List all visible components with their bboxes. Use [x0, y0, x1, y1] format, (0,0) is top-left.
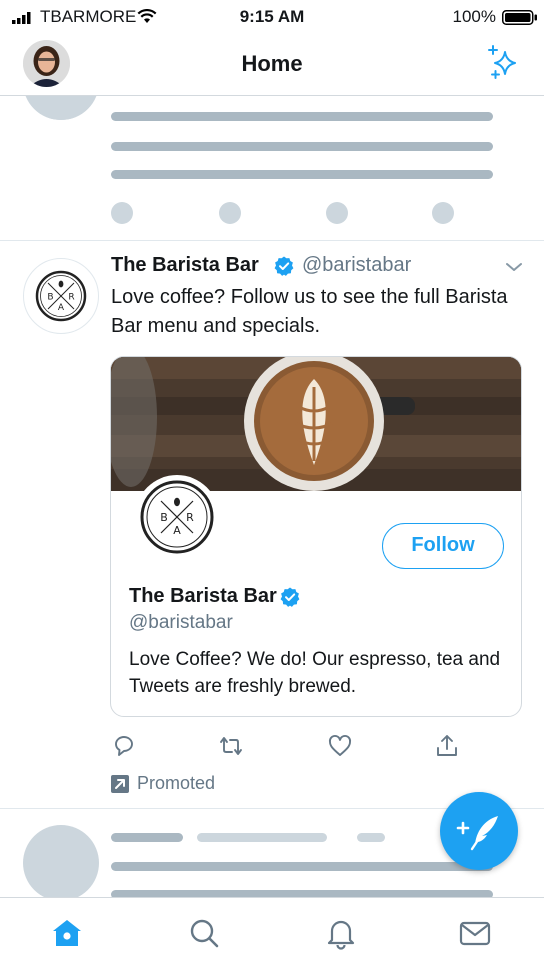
- promoted-label: Promoted: [137, 773, 216, 793]
- card-account-name[interactable]: The Barista Bar: [129, 585, 277, 608]
- promoted-icon: [111, 775, 129, 793]
- messages-icon[interactable]: [458, 916, 492, 950]
- author-name[interactable]: The Barista Bar: [111, 254, 259, 277]
- logo-letter: B: [160, 511, 168, 524]
- logo-letter: R: [68, 293, 74, 303]
- follow-button[interactable]: Follow: [382, 523, 504, 569]
- tweet-text: Love coffee? Follow us to see the full B…: [111, 286, 508, 337]
- barista-bar-logo: B R A: [140, 480, 214, 554]
- card-avatar[interactable]: B R A: [135, 475, 219, 559]
- like-icon[interactable]: [327, 733, 353, 759]
- top-navigation-bar-overlay: Home: [0, 34, 544, 96]
- battery-percentage: 100%: [452, 7, 496, 26]
- battery-icon: [502, 10, 537, 25]
- placeholder-avatar-clip: [23, 96, 99, 121]
- card-account-handle[interactable]: @baristabar: [129, 612, 233, 634]
- placeholder-action: [111, 202, 133, 224]
- placeholder-action: [219, 202, 241, 224]
- card-banner-image: [111, 357, 521, 491]
- sparkle-icon[interactable]: [486, 45, 522, 81]
- bottom-tab-bar: [0, 897, 544, 972]
- placeholder-action: [432, 202, 454, 224]
- logo-letter: A: [58, 303, 65, 313]
- search-icon[interactable]: [187, 916, 221, 950]
- author-handle[interactable]: @baristabar: [302, 254, 411, 277]
- placeholder-avatar: [23, 825, 99, 901]
- placeholder-line: [111, 142, 493, 151]
- placeholder-line: [111, 112, 493, 121]
- notifications-icon[interactable]: [324, 916, 358, 950]
- coffee-photo: [111, 357, 521, 491]
- placeholder-action: [326, 202, 348, 224]
- home-icon[interactable]: [50, 916, 84, 950]
- chevron-down-icon[interactable]: [505, 261, 523, 273]
- placeholder-line: [111, 862, 493, 871]
- status-bar: TBARMORE 9:15 AM 100%: [0, 0, 544, 34]
- placeholder-line: [357, 833, 385, 842]
- compose-tweet-button[interactable]: [440, 792, 518, 870]
- placeholder-line: [111, 170, 493, 179]
- logo-letter: A: [173, 524, 181, 537]
- share-icon[interactable]: [434, 733, 460, 759]
- page-title: Home: [241, 51, 303, 76]
- reply-icon[interactable]: [111, 733, 137, 759]
- compose-feather-icon: [456, 816, 498, 851]
- barista-bar-logo: B R A: [35, 270, 87, 322]
- feed-divider: [0, 240, 544, 241]
- logo-letter: B: [47, 293, 53, 303]
- logo-letter: R: [186, 511, 194, 524]
- profile-card[interactable]: B R A Follow The Barista Bar @baristabar…: [110, 356, 522, 717]
- placeholder-line: [111, 833, 183, 842]
- placeholder-line: [197, 833, 327, 842]
- retweet-icon[interactable]: [218, 733, 244, 759]
- card-bio: Love Coffee? We do! Our espresso, tea an…: [129, 649, 501, 697]
- verified-badge-icon: [280, 587, 300, 607]
- verified-badge-icon: [274, 256, 294, 276]
- author-avatar[interactable]: B R A: [23, 258, 99, 334]
